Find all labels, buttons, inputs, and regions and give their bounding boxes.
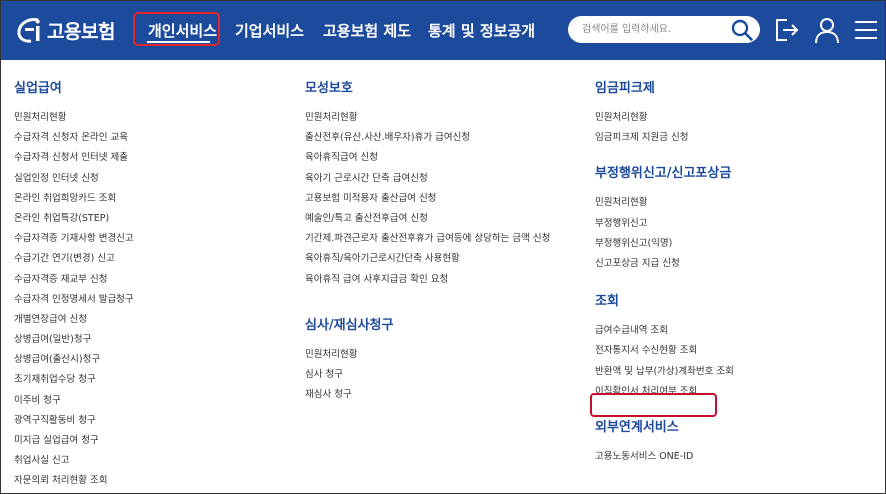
menu-link[interactable]: 광역구직활동비 청구: [14, 411, 134, 431]
menu-link[interactable]: 육아휴직/육아기근로시간단축 사용현황: [305, 249, 550, 269]
menu-link[interactable]: 수급자격 신청자 온라인 교육: [14, 128, 134, 148]
menu-column-2: 모성보호 민원처리현황 출산전후(유산.사산.배우자)휴가 급여신청 육아휴직급…: [305, 79, 550, 405]
site-header: 고용보험 개인서비스 기업서비스 고용보험 제도 통계 및 정보공개: [1, 1, 885, 60]
section-title-wage-peak: 임금피크제: [595, 81, 655, 96]
menu-link[interactable]: 민원처리현황: [305, 108, 550, 128]
highlight-box: [590, 393, 717, 417]
menu-link[interactable]: 개별연장급여 신청: [14, 310, 134, 330]
menu-column-1: 실업급여 민원처리현황 수급자격 신청자 온라인 교육 수급자격 신청서 인터넷…: [14, 79, 134, 492]
logout-icon[interactable]: [772, 15, 802, 45]
menu-link[interactable]: 출산전후(유산.사산.배우자)휴가 급여신청: [305, 128, 550, 148]
section-title-appeal: 심사/재심사청구: [305, 317, 394, 333]
menu-link[interactable]: 민원처리현황: [595, 108, 734, 128]
nav-item-insurance-system[interactable]: 고용보험 제도: [323, 1, 411, 60]
menu-link[interactable]: 고용보험 미적용자 출산급여 신청: [305, 189, 550, 209]
menu-link[interactable]: 수급자격 신청서 인터넷 제출: [14, 148, 134, 168]
menu-link[interactable]: 급여수급내역 조회: [595, 321, 734, 341]
menu-link[interactable]: 재심사 청구: [305, 385, 550, 405]
menu-link[interactable]: 임금피크제 지원금 신청: [595, 128, 734, 148]
menu-link[interactable]: 조기재취업수당 청구: [14, 370, 134, 390]
menu-link[interactable]: 부정행위신고: [595, 214, 734, 234]
menu-link[interactable]: 이주비 청구: [14, 391, 134, 411]
page-frame: 고용보험 개인서비스 기업서비스 고용보험 제도 통계 및 정보공개 검색어를 …: [0, 0, 886, 494]
menu-link[interactable]: 민원처리현황: [595, 193, 734, 213]
menu-link[interactable]: 반환액 및 납부(가상)계좌번호 조회: [595, 362, 734, 382]
search-input[interactable]: [582, 20, 732, 39]
menu-link[interactable]: 상병급여(출산시)청구: [14, 350, 134, 370]
menu-link[interactable]: 수급자격증 재교부 신청: [14, 270, 134, 290]
menu-link[interactable]: 민원처리현황: [305, 345, 550, 365]
menu-link[interactable]: 상병급여(일반)청구: [14, 330, 134, 350]
menu-link[interactable]: 육아기 근로시간 단축 급여신청: [305, 169, 550, 189]
menu-link[interactable]: 육아휴직 급여 사후지급금 확인 요청: [305, 270, 550, 290]
nav-active-underline: [147, 41, 210, 43]
section-title-fraud-report: 부정행위신고/신고포상금: [595, 166, 732, 182]
menu-link[interactable]: 온라인 취업특강(STEP): [14, 209, 134, 229]
menu-link[interactable]: 고용노동서비스 ONE-ID: [595, 447, 734, 467]
menu-link[interactable]: 기간제.파견근로자 출산전후휴가 급여등에 상당하는 금액 신청: [305, 229, 550, 249]
menu-icon[interactable]: [851, 15, 881, 45]
menu-link[interactable]: 미지급 실업급여 청구: [14, 431, 134, 451]
menu-link[interactable]: 육아휴직급여 신청: [305, 148, 550, 168]
nav-item-statistics[interactable]: 통계 및 정보공개: [428, 1, 535, 60]
menu-link[interactable]: 심사 청구: [305, 365, 550, 385]
search-icon[interactable]: [730, 18, 754, 42]
menu-link[interactable]: 신고포상금 지급 신청: [595, 254, 734, 274]
section-title-external: 외부연계서비스: [595, 419, 679, 435]
menu-link[interactable]: 민원처리현황: [14, 108, 134, 128]
nav-item-business[interactable]: 기업서비스: [235, 1, 304, 60]
menu-link[interactable]: 수급자격증 기재사항 변경신고: [14, 229, 134, 249]
menu-link[interactable]: 실업인정 인터넷 신청: [14, 169, 134, 189]
menu-link[interactable]: 취업사실 신고: [14, 451, 134, 471]
section-title-maternity: 모성보호: [305, 81, 353, 96]
menu-link[interactable]: 전자통지서 수신현황 조회: [595, 341, 734, 361]
logo-text: 고용보험: [47, 20, 115, 43]
section-title-inquiry: 조회: [595, 294, 619, 310]
nav-item-personal[interactable]: 개인서비스: [148, 1, 217, 60]
user-icon[interactable]: [812, 15, 842, 45]
menu-link[interactable]: 온라인 취업희망카드 조회: [14, 189, 134, 209]
section-title-unemployment: 실업급여: [14, 81, 62, 96]
menu-link[interactable]: 수급자격 인정명세서 발급청구: [14, 290, 134, 310]
menu-link[interactable]: 부정행위신고(익명): [595, 234, 734, 254]
logo[interactable]: 고용보험: [15, 15, 115, 45]
logo-mark-icon: [17, 18, 40, 43]
menu-link[interactable]: 예술인/특고 출산전후급여 신청: [305, 209, 550, 229]
menu-link[interactable]: 수급기간 연기(변경) 신고: [14, 249, 134, 269]
menu-link[interactable]: 자문의뢰 처리현황 조회: [14, 471, 134, 491]
search-box: [568, 16, 760, 43]
